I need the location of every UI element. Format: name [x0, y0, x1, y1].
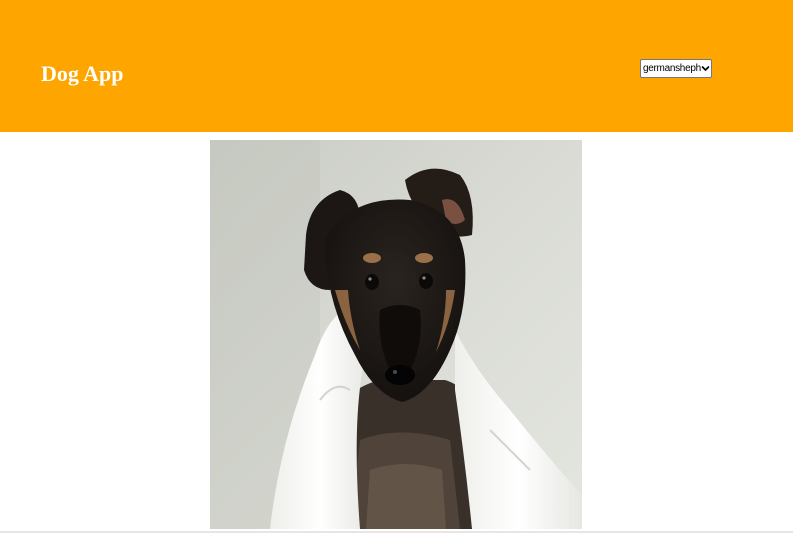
chevron-down-icon: [701, 66, 710, 71]
dog-photo: [210, 140, 582, 529]
app-header: Dog App germanshepherd: [0, 0, 793, 132]
breed-select-value: germanshepherd: [643, 63, 701, 74]
app-title: Dog App: [41, 61, 124, 86]
breed-select[interactable]: germanshepherd: [640, 59, 712, 78]
